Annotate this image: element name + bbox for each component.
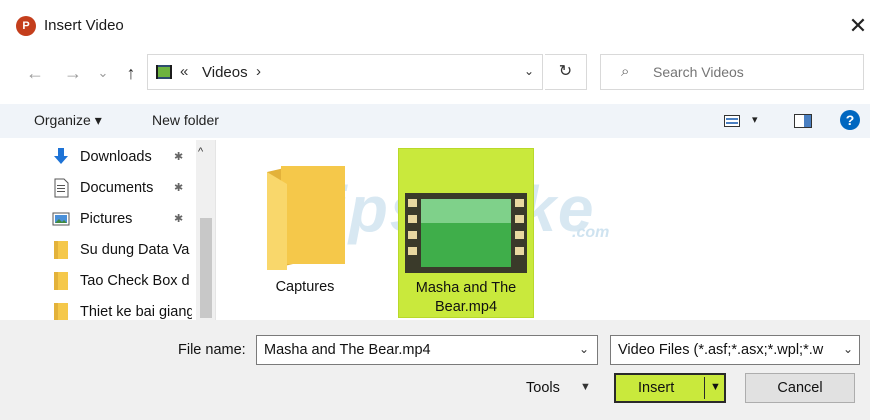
file-name-combobox[interactable]: ⌄ — [256, 335, 598, 365]
back-arrow-icon[interactable]: ← — [24, 60, 46, 86]
breadcrumb-videos[interactable]: Videos — [202, 64, 248, 81]
file-name-input[interactable] — [264, 341, 564, 359]
dialog-footer: File name: ⌄ Video Files (*.asf;*.asx;*.… — [0, 320, 870, 420]
sidebar-item-folder-tao-check-box[interactable]: Tao Check Box d — [0, 267, 196, 295]
watermark-suffix: .com — [572, 224, 610, 241]
cancel-button[interactable]: Cancel — [745, 373, 855, 403]
preview-pane-icon[interactable] — [794, 114, 812, 128]
recent-locations-chevron-icon[interactable]: ⌄ — [96, 60, 110, 86]
sidebar-item-folder-thiet-ke[interactable]: Thiet ke bai giang — [0, 298, 196, 320]
video-file-icon — [405, 193, 527, 273]
new-folder-button[interactable]: New folder — [152, 112, 219, 128]
folder-icon — [54, 303, 68, 320]
file-list: TipsMake .com Captures Masha and The Bea… — [217, 140, 870, 320]
file-type-select[interactable]: Video Files (*.asf;*.asx;*.wpl;*.w ⌄ — [610, 335, 860, 365]
sidebar-scroll-thumb[interactable] — [200, 218, 212, 318]
sidebar-item-label: Thiet ke bai giang — [80, 304, 192, 320]
insert-button[interactable]: Insert ▼ — [614, 373, 726, 403]
tools-dropdown-icon[interactable]: ▼ — [580, 381, 591, 393]
refresh-icon: ↻ — [558, 63, 573, 80]
search-icon: ⌕ — [621, 63, 630, 80]
forward-arrow-icon[interactable]: → — [62, 60, 84, 86]
insert-split-divider — [704, 377, 705, 399]
pin-icon[interactable]: ✱ — [174, 181, 183, 194]
breadcrumb-chevron-icon[interactable]: › — [256, 63, 261, 80]
refresh-button[interactable]: ↻ — [545, 54, 587, 90]
videos-folder-icon — [156, 65, 172, 79]
help-icon[interactable]: ? — [840, 110, 860, 130]
file-item-captures[interactable]: Captures — [237, 148, 373, 318]
folder-icon — [54, 272, 68, 290]
sidebar-item-pictures[interactable]: Pictures ✱ — [0, 205, 196, 233]
organize-button[interactable]: Organize ▾ — [34, 112, 102, 129]
address-bar[interactable]: « Videos › ⌄ — [147, 54, 543, 90]
close-button[interactable]: ✕ — [846, 12, 870, 40]
dialog-title: Insert Video — [44, 17, 124, 34]
pin-icon[interactable]: ✱ — [174, 212, 183, 225]
large-folder-icon — [267, 166, 345, 270]
scroll-up-icon[interactable]: ^ — [198, 146, 203, 158]
up-arrow-icon[interactable]: ↑ — [120, 60, 142, 86]
insert-button-label: Insert — [638, 380, 675, 396]
search-box[interactable]: ⌕ — [600, 54, 864, 90]
file-name: Masha and The Bear.mp4 — [415, 280, 517, 315]
address-dropdown-icon[interactable]: ⌄ — [524, 64, 534, 78]
title-bar: P Insert Video ✕ — [0, 0, 870, 52]
document-icon — [54, 178, 69, 198]
search-input[interactable] — [653, 62, 853, 82]
pin-icon[interactable]: ✱ — [174, 150, 183, 163]
sidebar-item-folder-su-dung[interactable]: Su dung Data Va — [0, 236, 196, 264]
navigation-pane: Downloads ✱ Documents ✱ Pictures ✱ Su du… — [0, 140, 216, 320]
change-view-icon[interactable] — [724, 115, 740, 127]
file-name-dropdown-icon[interactable]: ⌄ — [579, 342, 589, 356]
download-arrow-icon — [54, 148, 68, 164]
pictures-icon — [52, 212, 70, 226]
sidebar-item-label: Tao Check Box d — [80, 273, 190, 289]
file-type-value: Video Files (*.asf;*.asx;*.wpl;*.w — [618, 342, 824, 358]
sidebar-item-downloads[interactable]: Downloads ✱ — [0, 143, 196, 171]
tools-button[interactable]: Tools — [526, 380, 560, 396]
file-name-label: File name: — [178, 342, 246, 358]
navigation-bar: ← → ⌄ ↑ « Videos › ⌄ ↻ ⌕ — [0, 52, 870, 94]
file-name: Captures — [275, 279, 335, 295]
view-options-arrow-icon[interactable]: ▾ — [752, 113, 758, 126]
sidebar-item-label: Su dung Data Va — [80, 242, 190, 258]
command-toolbar: Organize ▾ New folder ▾ ? — [0, 104, 870, 138]
file-type-dropdown-icon[interactable]: ⌄ — [843, 342, 853, 356]
help-glyph: ? — [846, 112, 855, 128]
folder-icon — [54, 241, 68, 259]
insert-dropdown-icon[interactable]: ▼ — [710, 381, 721, 393]
powerpoint-app-icon: P — [16, 16, 36, 36]
file-item-masha-video[interactable]: Masha and The Bear.mp4 — [398, 148, 534, 318]
sidebar-item-documents[interactable]: Documents ✱ — [0, 174, 196, 202]
address-overflow-icon[interactable]: « — [180, 63, 188, 80]
